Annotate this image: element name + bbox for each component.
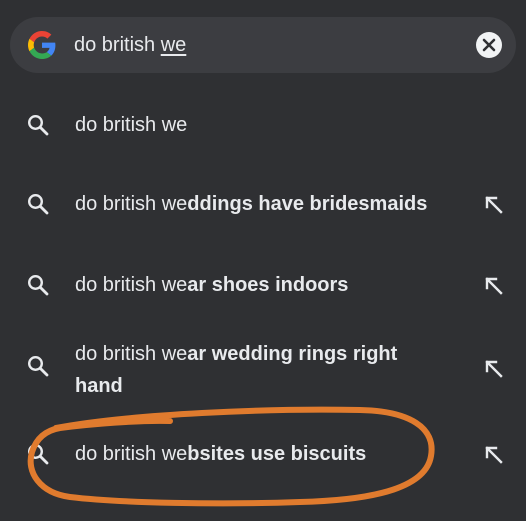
suggestion-item[interactable]: do british weddings have bridesmaids — [0, 182, 526, 226]
suggestion-item[interactable]: do british websites use biscuits — [0, 432, 526, 476]
suggestion-item[interactable]: do british we — [0, 103, 526, 147]
google-g-icon — [28, 31, 56, 59]
search-input[interactable]: do british we — [74, 33, 186, 57]
suggestion-label: do british weddings have bridesmaids — [75, 188, 427, 220]
search-query-prefix: do british — [74, 34, 161, 56]
search-icon — [27, 114, 49, 136]
arrow-up-left-icon[interactable] — [485, 446, 503, 464]
search-bar[interactable]: do british we — [10, 17, 516, 73]
suggestion-label: do british wear shoes indoors — [75, 269, 348, 301]
arrow-up-left-icon[interactable] — [485, 196, 503, 214]
search-icon — [27, 274, 49, 296]
suggestion-item[interactable]: do british wear wedding rings right hand — [0, 336, 526, 408]
suggestion-label: do british wear wedding rings right hand — [75, 338, 397, 402]
suggestion-completion-text: ddings have bridesmaids — [187, 193, 428, 215]
suggestion-typed-text: do british we — [75, 443, 188, 465]
arrow-up-left-icon[interactable] — [485, 277, 503, 295]
search-icon — [27, 355, 49, 377]
search-query-composing: we — [160, 34, 187, 56]
close-icon — [482, 38, 496, 52]
search-icon — [27, 193, 49, 215]
clear-search-button[interactable] — [476, 32, 502, 58]
suggestion-typed-text: do british we — [75, 193, 188, 215]
suggestion-label: do british websites use biscuits — [75, 438, 366, 470]
suggestion-completion-text: ar wedding rings right — [187, 343, 398, 365]
suggestion-typed-text: do british we — [75, 343, 188, 365]
suggestion-item[interactable]: do british wear shoes indoors — [0, 263, 526, 307]
suggestion-completion-text: bsites use biscuits — [187, 443, 367, 465]
suggestion-label: do british we — [75, 109, 187, 141]
suggestion-typed-text: do british we — [75, 114, 188, 136]
arrow-up-left-icon[interactable] — [485, 360, 503, 378]
suggestion-typed-text: do british we — [75, 274, 188, 296]
suggestion-completion-text: ar shoes indoors — [187, 274, 349, 296]
search-icon — [27, 443, 49, 465]
suggestion-label-line-1: do british wear wedding rings right — [75, 338, 397, 370]
suggestion-completion-text-line-2: hand — [75, 375, 123, 397]
suggestion-label-line-2: hand — [75, 370, 397, 402]
